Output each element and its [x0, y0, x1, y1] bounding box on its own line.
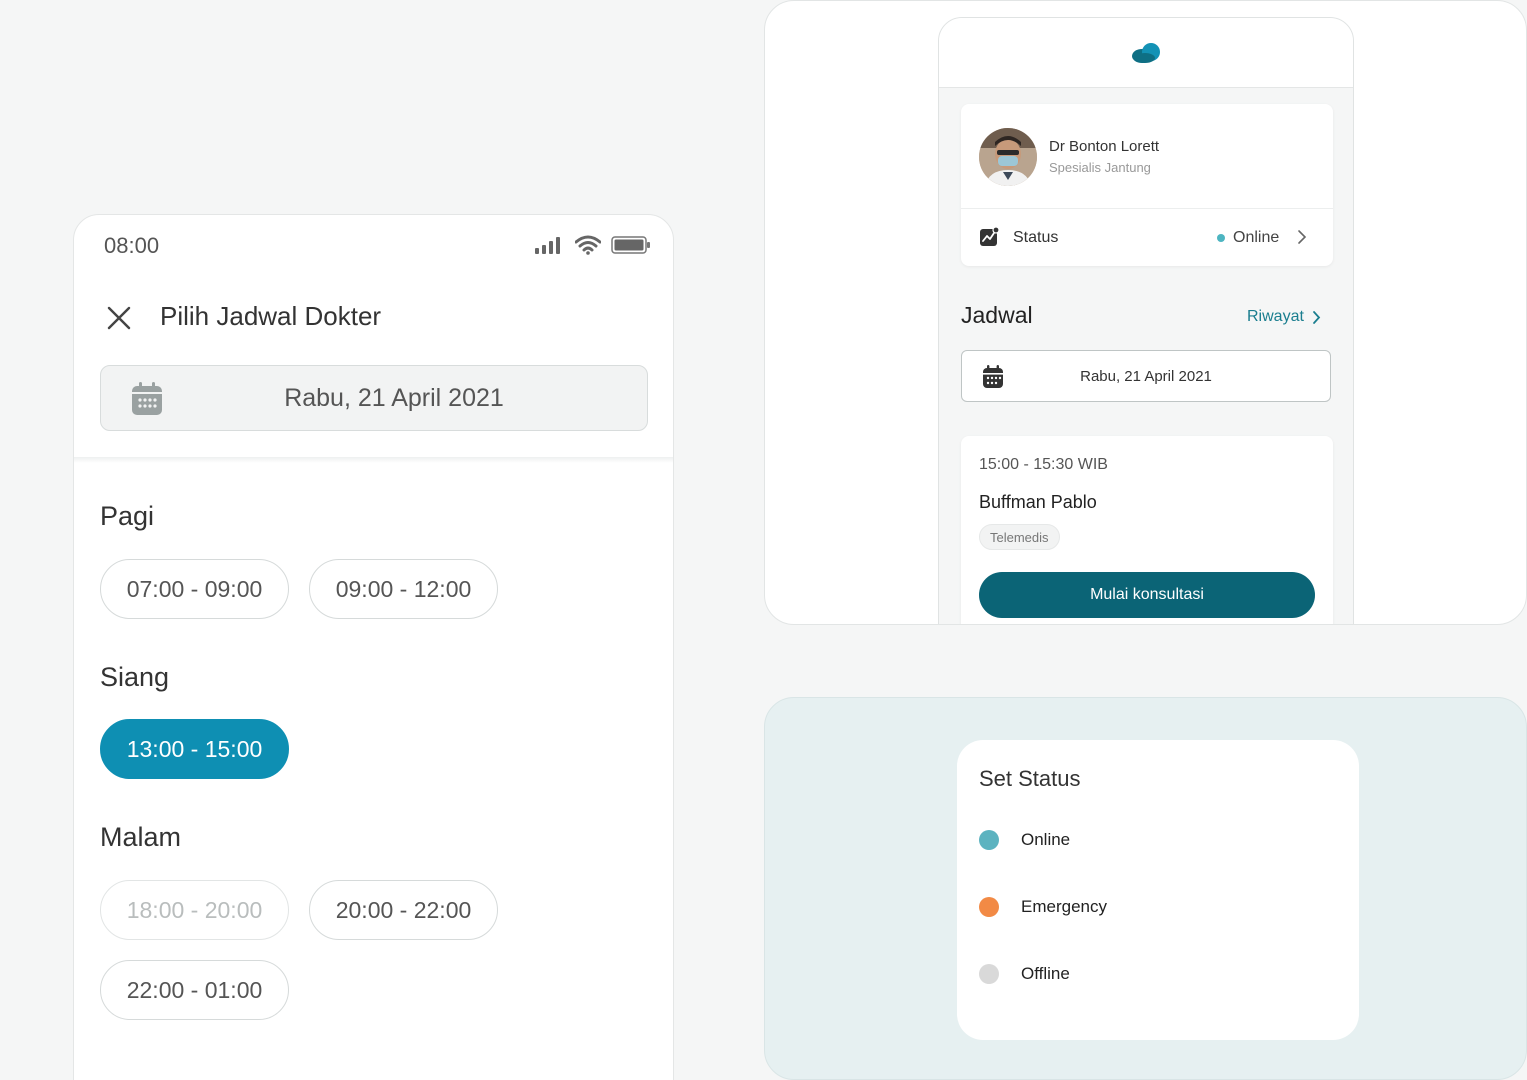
schedule-title: Jadwal [961, 302, 1033, 328]
page-title: Pilih Jadwal Dokter [160, 301, 382, 331]
status-option-emergency[interactable]: Emergency [979, 897, 1107, 917]
time-slot[interactable]: 09:00 - 12:00 [309, 559, 498, 619]
time-slot[interactable]: 07:00 - 09:00 [100, 559, 289, 619]
selected-date: Rabu, 21 April 2021 [284, 384, 504, 412]
patient-name: Buffman Pablo [979, 492, 1097, 512]
consultation-type-badge: Telemedis [979, 524, 1060, 550]
section-title-pagi: Pagi [100, 501, 155, 531]
status-option-offline[interactable]: Offline [979, 964, 1070, 984]
emergency-dot [979, 897, 999, 917]
online-dot [979, 830, 999, 850]
doctor-specialty: Spesialis Jantung [1049, 160, 1151, 175]
start-consultation-button[interactable]: Mulai konsultasi [979, 572, 1315, 618]
status-row[interactable]: Status Online [961, 209, 1333, 266]
status-option-label: Emergency [1021, 897, 1107, 916]
date-picker-field[interactable]: Rabu, 21 April 2021 [100, 365, 648, 431]
set-status-sheet: Set Status Online Emergency Offline [957, 740, 1359, 1040]
app-header [939, 18, 1353, 88]
status-option-label: Online [1021, 830, 1071, 849]
appointment-card: 15:00 - 15:30 WIB Buffman Pablo Telemedi… [961, 436, 1333, 624]
header-divider [74, 457, 673, 463]
doctor-name: Dr Bonton Lorett [1049, 138, 1160, 155]
clock: 08:00 [104, 233, 160, 258]
history-link[interactable]: Riwayat [1247, 308, 1321, 326]
chevron-right-icon [1313, 310, 1321, 324]
time-slot[interactable]: 22:00 - 01:00 [100, 960, 289, 1020]
doctor-dashboard-card: Dr Bonton Lorett Spesialis Jantung Statu… [764, 0, 1527, 625]
online-dot [1217, 234, 1225, 242]
history-link-label: Riwayat [1247, 308, 1304, 325]
status-option-online[interactable]: Online [979, 830, 1070, 850]
header: Pilih Jadwal Dokter [74, 295, 673, 339]
sheet-title: Set Status [979, 766, 1081, 791]
status-option-label: Offline [1021, 964, 1070, 983]
status-sheet-card: Set Status Online Emergency Offline [764, 697, 1527, 1080]
cloud-logo-icon [1132, 43, 1160, 63]
selected-date: Rabu, 21 April 2021 [1080, 368, 1212, 385]
time-slot[interactable]: 20:00 - 22:00 [309, 880, 498, 940]
section-title-siang: Siang [100, 662, 170, 692]
status-label: Status [1013, 229, 1059, 246]
status-value: Online [1233, 229, 1280, 246]
date-picker-field[interactable]: Rabu, 21 April 2021 [961, 350, 1331, 402]
doctor-profile-card: Dr Bonton Lorett Spesialis Jantung Statu… [961, 104, 1333, 266]
doctor-dashboard-screen: Dr Bonton Lorett Spesialis Jantung Statu… [938, 17, 1354, 624]
schedule-picker-screen: 08:00 Pilih Jadwal Dokter Rabu, 21 April… [73, 214, 674, 1080]
time-slot-disabled: 18:00 - 20:00 [100, 880, 289, 940]
battery-icon [611, 236, 650, 254]
time-slot-selected[interactable]: 13:00 - 15:00 [100, 719, 289, 779]
system-icons [535, 235, 651, 255]
offline-dot [979, 964, 999, 984]
status-bar: 08:00 [74, 215, 673, 275]
section-title-malam: Malam [100, 822, 182, 852]
wifi-icon [575, 235, 601, 255]
appointment-time: 15:00 - 15:30 WIB [979, 456, 1108, 473]
activity-chart-icon [980, 227, 999, 246]
chevron-right-icon [1298, 230, 1307, 244]
signal-icon [535, 237, 560, 254]
close-icon[interactable] [104, 303, 134, 333]
avatar [979, 128, 1037, 186]
